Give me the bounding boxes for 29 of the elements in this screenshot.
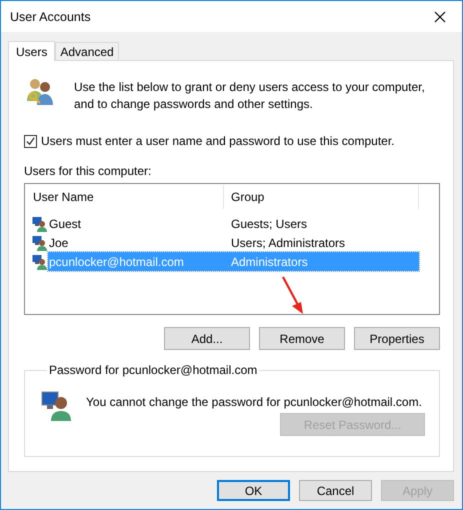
user-computer-icon <box>32 216 48 232</box>
list-button[interactable]: Remove <box>259 327 345 350</box>
group-cell-text: Administrators <box>231 254 309 268</box>
list-label: Users for this computer: <box>24 164 152 178</box>
user-name-cell-text: Joe <box>48 236 70 250</box>
group-title: Password for pcunlocker@hotmail.com <box>48 363 258 377</box>
dialog-button[interactable]: Cancel <box>299 480 372 501</box>
list-row[interactable]: Joe Users; Administrators <box>48 233 419 252</box>
group-cell-text: Users; Administrators <box>231 236 346 250</box>
column-header[interactable]: Group <box>224 185 419 209</box>
tab[interactable]: Advanced <box>55 42 119 60</box>
user-computer-icon <box>32 234 48 250</box>
user-computer-icon <box>32 254 48 270</box>
list-row[interactable]: Guest Guests; Users <box>48 214 419 233</box>
tab[interactable]: Users <box>8 41 56 61</box>
column-header[interactable]: User Name <box>26 185 224 209</box>
dialog-button[interactable]: OK <box>217 480 290 501</box>
user-name-cell-text: pcunlocker@hotmail.com <box>48 254 185 268</box>
user-name-cell-text: Guest <box>48 216 82 230</box>
close-icon[interactable] <box>434 10 446 22</box>
list-button[interactable]: Properties <box>354 327 440 350</box>
checkbox-label[interactable]: Users must enter a user name and password to use this computer. <box>41 134 395 148</box>
checkbox[interactable] <box>24 134 37 148</box>
intro-text: Use the list below to grant or deny users access to your computer, and to change passwords and other settings. <box>74 79 425 113</box>
password-message: You cannot change the password for pcunlocker@hotmail.com. <box>86 395 422 409</box>
group-cell-text: Guests; Users <box>231 216 308 230</box>
window-title: User Accounts <box>10 10 91 24</box>
user-computer-icon <box>41 389 73 421</box>
list-button[interactable]: Add... <box>164 327 250 350</box>
